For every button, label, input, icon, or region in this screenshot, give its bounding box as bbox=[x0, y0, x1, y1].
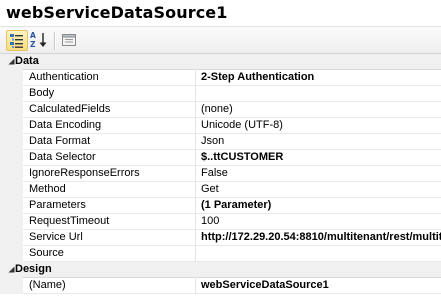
property-name: Data Format bbox=[29, 135, 91, 147]
property-grid-toolbar: A Z bbox=[0, 26, 441, 54]
property-value[interactable]: $..ttCUSTOMER bbox=[201, 151, 441, 163]
property-value[interactable]: http://172.29.20.54:8810/multitenant/res… bbox=[201, 231, 441, 243]
property-row-source[interactable]: Source bbox=[0, 245, 441, 262]
property-value[interactable]: (1 Parameter) bbox=[201, 199, 441, 211]
property-name: Authentication bbox=[29, 71, 99, 83]
property-row-authentication[interactable]: Authentication 2-Step Authentication bbox=[0, 69, 441, 86]
svg-text:Z: Z bbox=[30, 40, 36, 49]
property-row-body[interactable]: Body bbox=[0, 85, 441, 102]
property-value[interactable]: Get bbox=[201, 183, 441, 195]
property-value[interactable]: Json bbox=[201, 135, 441, 147]
property-row-service-url[interactable]: Service Url http://172.29.20.54:8810/mul… bbox=[0, 229, 441, 246]
property-name: Data Encoding bbox=[29, 119, 102, 131]
collapse-triangle-icon[interactable] bbox=[8, 266, 15, 273]
category-data[interactable]: Data bbox=[0, 54, 441, 70]
toolbar-separator bbox=[54, 32, 56, 50]
property-value[interactable]: webServiceDataSource1 bbox=[201, 279, 441, 291]
property-value[interactable]: 100 bbox=[201, 215, 441, 227]
property-row-name[interactable]: (Name) webServiceDataSource1 bbox=[0, 277, 441, 294]
property-row-calculatedfields[interactable]: CalculatedFields (none) bbox=[0, 101, 441, 118]
property-row-ignoreresponseerrors[interactable]: IgnoreResponseErrors False bbox=[0, 165, 441, 182]
property-row-parameters[interactable]: Parameters (1 Parameter) bbox=[0, 197, 441, 214]
property-name: IgnoreResponseErrors bbox=[29, 167, 140, 179]
category-label: Data bbox=[15, 55, 39, 67]
property-row-data-format[interactable]: Data Format Json bbox=[0, 133, 441, 150]
property-value[interactable]: Unicode (UTF-8) bbox=[201, 119, 441, 131]
category-design[interactable]: Design bbox=[0, 262, 441, 278]
property-pages-icon bbox=[62, 34, 76, 46]
property-row-data-selector[interactable]: Data Selector $..ttCUSTOMER bbox=[0, 149, 441, 166]
collapse-triangle-icon[interactable] bbox=[8, 58, 15, 65]
property-name: Parameters bbox=[29, 199, 86, 211]
property-name: Source bbox=[29, 247, 64, 259]
property-name: Data Selector bbox=[29, 151, 96, 163]
property-pages-button[interactable] bbox=[59, 30, 81, 51]
property-grid: Data Authentication 2-Step Authenticatio… bbox=[0, 54, 441, 294]
categorized-view-button[interactable] bbox=[6, 30, 28, 51]
property-name: CalculatedFields bbox=[29, 103, 111, 115]
property-value[interactable]: (none) bbox=[201, 103, 441, 115]
property-value[interactable]: 2-Step Authentication bbox=[201, 71, 441, 83]
property-name: Body bbox=[29, 87, 55, 99]
property-value[interactable]: False bbox=[201, 167, 441, 179]
property-row-method[interactable]: Method Get bbox=[0, 181, 441, 198]
category-label: Design bbox=[15, 263, 52, 275]
property-name: (Name) bbox=[29, 279, 66, 291]
property-row-requesttimeout[interactable]: RequestTimeout 100 bbox=[0, 213, 441, 230]
alphabetical-sort-icon: A Z bbox=[30, 31, 47, 49]
property-name: Method bbox=[29, 183, 66, 195]
svg-text:A: A bbox=[30, 31, 36, 40]
alphabetical-view-button[interactable]: A Z bbox=[29, 30, 51, 51]
window-title: webServiceDataSource1 bbox=[6, 3, 228, 22]
property-name: RequestTimeout bbox=[29, 215, 110, 227]
property-name: Service Url bbox=[29, 231, 83, 243]
property-row-data-encoding[interactable]: Data Encoding Unicode (UTF-8) bbox=[0, 117, 441, 134]
categorized-icon bbox=[10, 34, 23, 48]
